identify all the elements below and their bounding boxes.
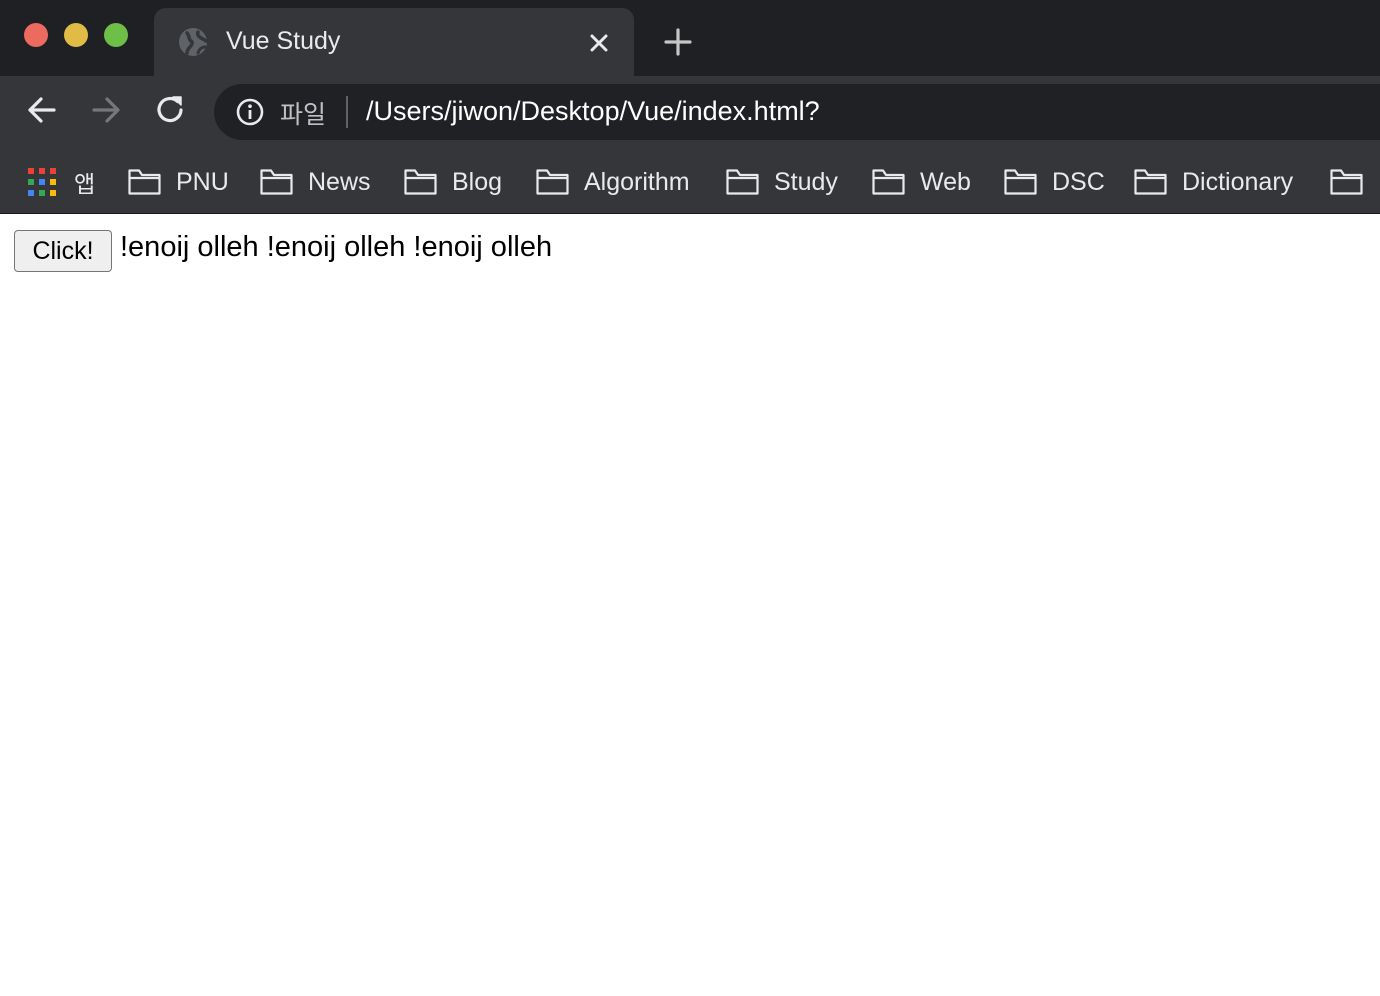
bookmark-label: Study [774, 167, 838, 196]
info-icon[interactable] [236, 98, 264, 126]
bookmark-folder[interactable]: News [260, 162, 371, 202]
bookmark-folder[interactable]: Dictionary [1134, 162, 1293, 202]
apps-grid-icon [28, 168, 56, 196]
globe-icon [179, 28, 208, 56]
apps-label: 앱 [74, 172, 96, 198]
url-text[interactable]: /Users/jiwon/Desktop/Vue/index.html? [366, 96, 820, 127]
tab-title: Vue Study [226, 27, 341, 55]
address-bar[interactable]: 파일 /Users/jiwon/Desktop/Vue/index.html? [214, 84, 1380, 140]
folder-icon [726, 169, 759, 195]
folder-icon [1330, 169, 1363, 195]
reload-icon[interactable] [150, 90, 190, 130]
bookmark-folder[interactable]: Blog [404, 162, 502, 202]
tab-active[interactable]: Vue Study [154, 8, 634, 76]
reversed-message: !enoij olleh !enoij olleh !enoij olleh [120, 231, 553, 263]
scheme-label: 파일 [280, 100, 327, 129]
window-maximize-button[interactable] [104, 23, 128, 47]
folder-icon [1134, 169, 1167, 195]
forward-arrow-icon[interactable] [86, 90, 126, 130]
folder-icon [536, 169, 569, 195]
bookmark-apps[interactable]: 앱 [28, 162, 95, 202]
bookmarks-bar: 앱 PNU News Blog Algorithm Study Web DSC … [0, 152, 1380, 214]
bookmark-label: Dictionary [1182, 167, 1294, 196]
folder-icon [872, 169, 905, 195]
folder-icon [404, 169, 437, 195]
bookmark-label: PNU [176, 167, 229, 196]
window-close-button[interactable] [24, 23, 48, 47]
folder-icon [1004, 169, 1037, 195]
bookmark-label: Blog [452, 167, 503, 196]
folder-icon [260, 169, 293, 195]
bookmark-folder[interactable]: Web [872, 162, 971, 202]
bookmark-folder[interactable]: Study [726, 162, 838, 202]
bookmark-label: DSC [1052, 167, 1105, 196]
omnibox-divider [346, 96, 348, 128]
browser-toolbar: 파일 /Users/jiwon/Desktop/Vue/index.html? [0, 76, 1380, 152]
folder-icon [128, 169, 161, 195]
tab-strip: Vue Study [0, 0, 1380, 76]
bookmark-label: News [308, 167, 371, 196]
click-button[interactable]: Click! [14, 230, 112, 272]
browser-window: Vue Study 파일 /Users/jiwon/Desktop/Vue/in… [0, 0, 1380, 996]
bookmark-label: Algorithm [584, 167, 690, 196]
bookmark-folder[interactable]: PNU [128, 162, 229, 202]
close-icon[interactable] [584, 28, 614, 58]
back-arrow-icon[interactable] [22, 90, 62, 130]
bookmark-folder-overflow[interactable] [1330, 162, 1363, 202]
new-tab-plus-icon[interactable] [660, 26, 696, 58]
bookmark-folder[interactable]: DSC [1004, 162, 1105, 202]
page-content: Click! !enoij olleh !enoij olleh !enoij … [0, 214, 1380, 996]
window-minimize-button[interactable] [64, 23, 88, 47]
bookmark-label: Web [920, 167, 971, 196]
bookmark-folder[interactable]: Algorithm [536, 162, 690, 202]
